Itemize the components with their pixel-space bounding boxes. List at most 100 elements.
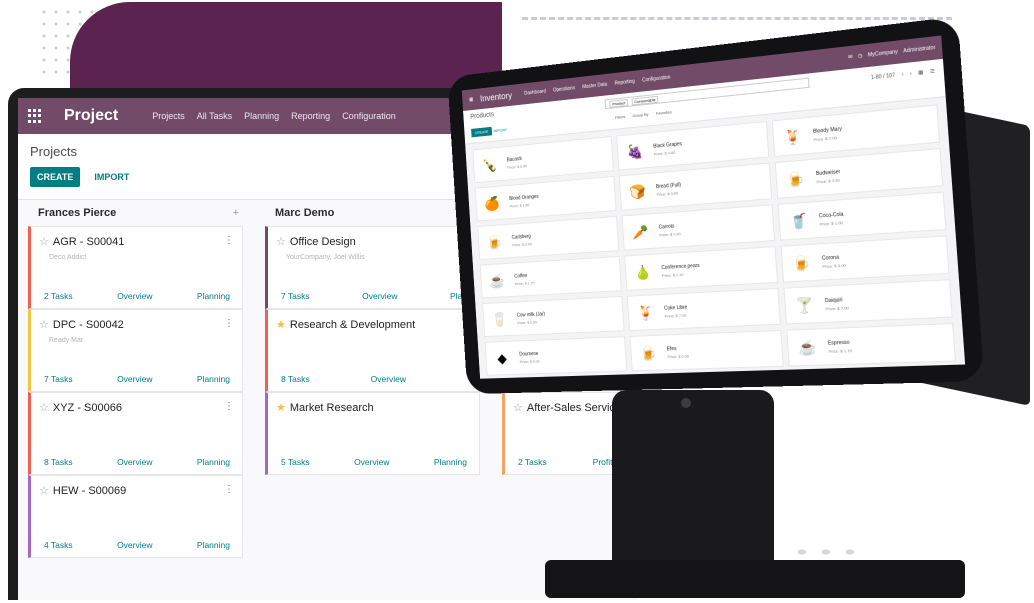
tasks-link[interactable]: 5 Tasks	[281, 457, 310, 467]
product-price: Price: $ 1.70	[514, 279, 535, 286]
project-card[interactable]: ☆ DPC - S00042 Ready Mat ⋮ 7 Tasks Overvi…	[28, 309, 243, 392]
profitability-link[interactable]: Profit	[593, 457, 613, 467]
create-button[interactable]: CREATE	[471, 126, 493, 138]
product-card[interactable]: 🍺 Efes Price: $ 0.00	[629, 329, 785, 372]
tasks-link[interactable]: 4 Tasks	[44, 540, 73, 550]
milk-icon: 🥛	[491, 310, 508, 327]
product-price: Price: $ 1.70	[828, 347, 853, 354]
planning-link[interactable]: Planning	[197, 457, 230, 467]
planning-link[interactable]: Planning	[197, 291, 230, 301]
tasks-link[interactable]: 8 Tasks	[44, 457, 73, 467]
planning-link[interactable]: Planning	[434, 457, 467, 467]
menu-projects[interactable]: Projects	[152, 111, 185, 121]
kebab-menu-icon[interactable]: ⋮	[224, 235, 234, 246]
project-card[interactable]: ☆ HEW - S00069 ⋮ 4 Tasks Overview Plannin…	[28, 475, 243, 558]
product-card[interactable]: 🥛 Cow milk (Jar) Price: $ 0.00	[482, 295, 625, 338]
overview-link[interactable]: Overview	[117, 374, 152, 384]
list-view-icon[interactable]: ☰	[930, 68, 935, 75]
project-card[interactable]: ★ Research & Development 8 Tasks Overview	[265, 309, 480, 392]
kebab-menu-icon[interactable]: ⋮	[224, 401, 234, 412]
product-card[interactable]: 🍺 Corona Price: $ 3.00	[780, 235, 950, 283]
chat-icon[interactable]: ✉	[848, 54, 853, 61]
product-card[interactable]: 🍺 Carlsberg Price: $ 3.00	[477, 215, 619, 260]
user-menu[interactable]: Administrator	[903, 45, 936, 55]
product-price: Price: $ 4.80	[653, 149, 676, 157]
menu-planning[interactable]: Planning	[244, 111, 279, 121]
tasks-link[interactable]: 2 Tasks	[518, 457, 547, 467]
apps-grid-icon[interactable]: ▦	[469, 97, 473, 103]
overview-link[interactable]: Overview	[117, 540, 152, 550]
star-icon[interactable]: ☆	[39, 401, 49, 414]
add-card-icon[interactable]: +	[233, 207, 239, 219]
kanban-column: Marc Demo ☆ Office Design YourCompany, Jo…	[265, 200, 480, 475]
product-name: Coca-Cola	[818, 211, 844, 219]
company-switcher[interactable]: MyCompany	[868, 49, 899, 59]
star-icon[interactable]: ★	[276, 318, 286, 331]
kebab-menu-icon[interactable]: ⋮	[224, 484, 234, 495]
planning-link[interactable]: Planning	[197, 540, 230, 550]
project-card[interactable]: ☆ AGR - S00041 Deco Addict ⋮ 2 Tasks Over…	[28, 226, 243, 309]
planning-link[interactable]: Planning	[197, 374, 230, 384]
overview-link[interactable]: Overview	[354, 457, 389, 467]
product-card[interactable]: 🍐 Conference pears Price: $ 1.10	[623, 246, 779, 291]
product-card[interactable]: 🥤 Coca-Cola Price: $ 1.00	[777, 191, 947, 241]
tasks-link[interactable]: 8 Tasks	[281, 374, 310, 384]
apps-grid-icon[interactable]	[28, 109, 42, 123]
menu-configuration[interactable]: Configuration	[342, 111, 396, 121]
search-facet[interactable]: Consumable	[631, 95, 659, 105]
product-card[interactable]: 🍞 Bread (Full) Price: $ 0.80	[618, 162, 773, 211]
product-card[interactable]: 🥕 Carrots Price: $ 0.40	[621, 204, 776, 251]
project-card[interactable]: ☆ Office Design YourCompany, Joel Willis …	[265, 226, 480, 309]
star-icon[interactable]: ☆	[39, 235, 49, 248]
menu-master-data[interactable]: Master Data	[582, 82, 607, 91]
product-card[interactable]: ☕ Espresso Price: $ 1.70	[786, 322, 956, 367]
star-icon[interactable]: ☆	[39, 318, 49, 331]
menu-all-tasks[interactable]: All Tasks	[197, 111, 232, 121]
product-card[interactable]: 🍊 Blood Oranges Price: $ 1.80	[474, 175, 617, 222]
menu-configuration[interactable]: Configuration	[642, 75, 671, 84]
search-facet[interactable]: Product	[609, 98, 629, 108]
filters-dropdown[interactable]: Filters	[615, 114, 625, 120]
app-title[interactable]: Inventory	[480, 90, 513, 103]
kebab-menu-icon[interactable]: ⋮	[224, 318, 234, 329]
product-card[interactable]: 🍇 Black Grapes Price: $ 4.80	[615, 120, 770, 171]
menu-reporting[interactable]: Reporting	[291, 111, 330, 121]
project-card[interactable]: ★ Market Research 5 Tasks Overview Planni…	[265, 392, 480, 475]
menu-operations[interactable]: Operations	[553, 85, 575, 93]
activity-icon[interactable]: ◷	[858, 53, 863, 60]
tasks-link[interactable]: 7 Tasks	[281, 291, 310, 301]
overview-link[interactable]: Overview	[371, 374, 406, 384]
product-card[interactable]: 🍾 Bacardi Price: $ 0.00	[472, 136, 614, 184]
tasks-link[interactable]: 2 Tasks	[44, 291, 73, 301]
star-icon[interactable]: ☆	[39, 484, 49, 497]
product-price: Price: $ 0.00	[507, 162, 528, 170]
product-name: Daiquiri	[824, 296, 843, 304]
group-by-dropdown[interactable]: Group By	[632, 112, 648, 119]
menu-reporting[interactable]: Reporting	[614, 79, 635, 87]
app-title[interactable]: Project	[64, 107, 118, 125]
product-card[interactable]: 🍺 Budweiser Price: $ 3.40	[775, 147, 944, 199]
chevron-right-icon[interactable]: ›	[910, 71, 912, 78]
import-button[interactable]: IMPORT	[492, 125, 509, 135]
create-button[interactable]: CREATE	[30, 167, 81, 187]
product-card[interactable]: 🍸 Daiquiri Price: $ 7.00	[783, 279, 953, 325]
product-card[interactable]: ◆ Doumene Price: $ 0.00	[484, 336, 627, 376]
favorites-dropdown[interactable]: Favorites	[656, 109, 672, 116]
star-icon[interactable]: ☆	[513, 401, 523, 414]
overview-link[interactable]: Overview	[117, 291, 152, 301]
project-card[interactable]: ☆ XYZ - S00066 ⋮ 8 Tasks Overview Plannin…	[28, 392, 243, 475]
star-icon[interactable]: ☆	[276, 235, 286, 248]
star-icon[interactable]: ★	[276, 401, 286, 414]
overview-link[interactable]: Overview	[117, 457, 152, 467]
chevron-left-icon[interactable]: ‹	[901, 72, 903, 79]
product-card[interactable]: ☕ Coffee Price: $ 1.70	[479, 255, 622, 299]
tasks-link[interactable]: 7 Tasks	[44, 374, 73, 384]
product-name: Efes	[666, 345, 677, 352]
product-card[interactable]: 🍹 Coke Libre Price: $ 7.00	[626, 287, 782, 332]
pager-value[interactable]: 1-80 / 107	[871, 73, 896, 82]
product-price: Price: $ 1.00	[819, 219, 844, 227]
overview-link[interactable]: Overview	[362, 291, 397, 301]
kanban-view-icon[interactable]: ▦	[918, 69, 924, 76]
menu-dashboard[interactable]: Dashboard	[524, 89, 546, 97]
import-button[interactable]: IMPORT	[90, 167, 133, 187]
